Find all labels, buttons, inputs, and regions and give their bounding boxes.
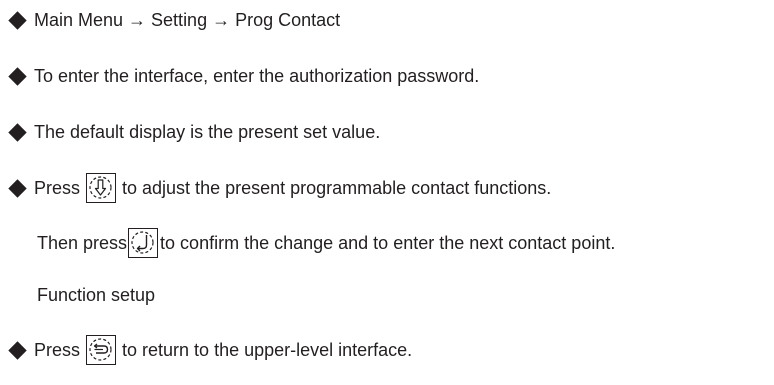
diamond-bullet-icon [8,122,27,142]
return-key-icon [86,335,117,365]
confirm-line: Then press to confirm the change and to … [37,227,615,259]
nav-path-text: Main Menu → Setting → Prog Contact [34,9,341,30]
default-display-text: The default display is the present set v… [34,121,381,142]
return-suffix-text: to return to the upper-level interface. [122,339,413,360]
confirm-suffix-text: to confirm the change and to enter the n… [160,232,616,253]
adjust-suffix-text: to adjust the present programmable conta… [122,177,552,198]
down-arrow-key-icon [86,173,117,203]
return-prefix-text: Press [34,339,81,360]
authorization-line: To enter the interface, enter the author… [8,60,479,92]
adjust-line: Press to adjust the present programmable… [8,172,551,204]
authorization-text: To enter the interface, enter the author… [34,65,480,86]
function-setup-line: Function setup [37,279,155,311]
diamond-bullet-icon [8,66,27,86]
default-display-line: The default display is the present set v… [8,116,380,148]
enter-key-icon [128,228,159,258]
diamond-bullet-icon [8,178,27,198]
confirm-prefix-text: Then press [37,232,128,253]
adjust-prefix-text: Press [34,177,81,198]
nav-path-line: Main Menu → Setting → Prog Contact [8,4,340,36]
diamond-bullet-icon [8,10,27,30]
diamond-bullet-icon [8,340,27,360]
function-setup-text: Function setup [37,284,156,305]
return-line: Press to return to the upper-level inter… [8,334,412,366]
